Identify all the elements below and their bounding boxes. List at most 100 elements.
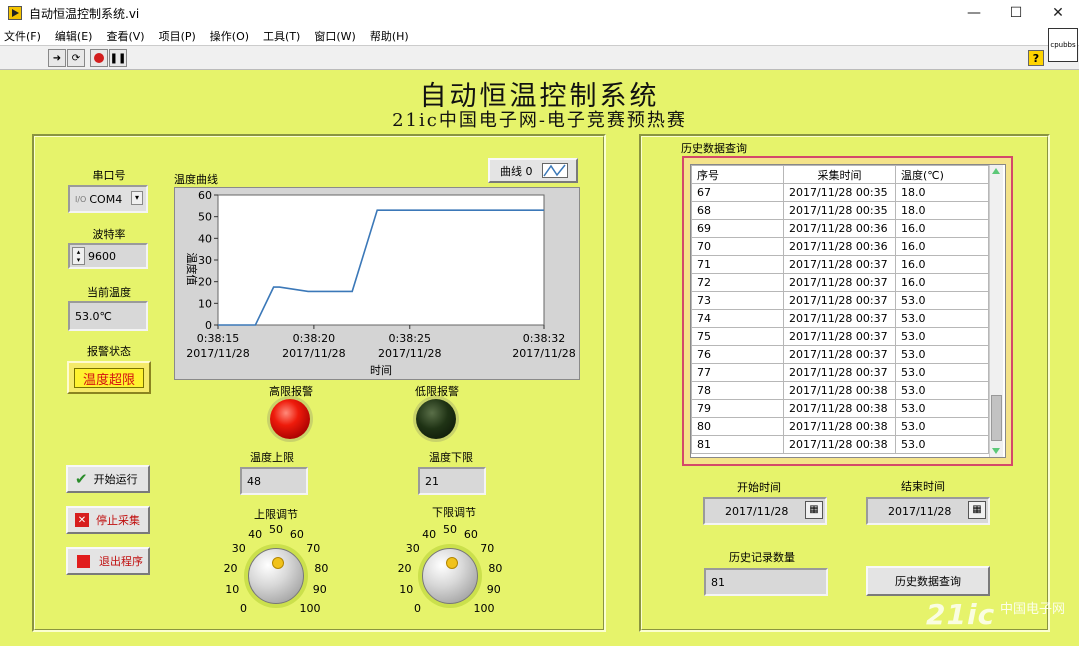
close-button[interactable]: ✕	[1037, 0, 1079, 26]
start-button[interactable]: ✔ 开始运行	[66, 465, 150, 493]
low-alarm-label: 低限报警	[415, 385, 459, 398]
baud-rate-input[interactable]: ▴ ▾ 9600	[68, 243, 148, 269]
y-tick-label: 10	[198, 297, 212, 310]
menu-operate[interactable]: 操作(O)	[210, 28, 249, 44]
x-tick-time: 0:38:20	[293, 332, 335, 345]
table-row[interactable]: 72 2017/11/28 00:37 16.0	[691, 273, 989, 292]
cell-time: 2017/11/28 00:36	[783, 219, 896, 238]
high-alarm-led	[270, 399, 310, 439]
y-tick-label: 0	[205, 319, 212, 332]
knob-indicator-icon	[272, 557, 284, 569]
watermark-text: 中国电子网	[1000, 602, 1066, 617]
knob-scale-label: 30	[231, 541, 246, 555]
serial-port-select[interactable]: I/O COM4 ▾	[68, 185, 148, 213]
cell-time: 2017/11/28 00:36	[783, 237, 896, 256]
cell-time: 2017/11/28 00:37	[783, 327, 896, 346]
baud-rate-value: 9600	[88, 249, 116, 263]
menu-window[interactable]: 窗口(W)	[314, 28, 355, 44]
lower-limit-value: 21	[418, 467, 486, 495]
maximize-button[interactable]: ☐	[995, 0, 1037, 26]
knob-scale-label: 60	[463, 528, 478, 541]
knob-scale-label: 10	[399, 583, 414, 597]
table-row[interactable]: 67 2017/11/28 00:35 18.0	[691, 183, 989, 202]
end-time-input[interactable]: 2017/11/28 ▦	[866, 497, 990, 525]
table-row[interactable]: 81 2017/11/28 00:38 53.0	[691, 435, 989, 454]
cell-temp: 18.0	[895, 201, 989, 220]
table-row[interactable]: 69 2017/11/28 00:36 16.0	[691, 219, 989, 238]
stop-button[interactable]: ✕ 停止采集	[66, 506, 150, 534]
cell-index: 76	[691, 345, 784, 364]
x-tick-date: 2017/11/28	[282, 347, 345, 360]
history-scrollbar[interactable]	[989, 165, 1003, 457]
table-row[interactable]: 75 2017/11/28 00:37 53.0	[691, 327, 989, 346]
cell-temp: 18.0	[895, 183, 989, 202]
pause-icon[interactable]: ❚❚	[109, 49, 127, 67]
alarm-status-value: 温度超限	[74, 368, 144, 388]
plot-legend[interactable]: 曲线 0	[488, 158, 578, 183]
scroll-down-icon[interactable]	[992, 448, 1000, 454]
upper-limit-knob[interactable]: 0 10 20 30 40 50 60 70 80 90 100	[211, 520, 341, 630]
calendar-icon[interactable]: ▦	[968, 501, 986, 519]
x-tick-time: 0:38:15	[197, 332, 239, 345]
low-alarm-led	[416, 399, 456, 439]
alarm-status-label: 报警状态	[87, 345, 131, 358]
high-alarm-label: 高限报警	[269, 385, 313, 398]
cell-time: 2017/11/28 00:37	[783, 273, 896, 292]
menu-view[interactable]: 查看(V)	[106, 28, 144, 44]
table-row[interactable]: 70 2017/11/28 00:36 16.0	[691, 237, 989, 256]
line-style-icon	[542, 163, 568, 178]
table-row[interactable]: 74 2017/11/28 00:37 53.0	[691, 309, 989, 328]
cell-time: 2017/11/28 00:37	[783, 291, 896, 310]
menu-help[interactable]: 帮助(H)	[370, 28, 409, 44]
knob-scale-label: 100	[473, 601, 495, 615]
help-button[interactable]: ?	[1028, 50, 1044, 66]
cell-temp: 53.0	[895, 345, 989, 364]
spinner-icon[interactable]: ▴ ▾	[72, 247, 85, 265]
table-row[interactable]: 80 2017/11/28 00:38 53.0	[691, 417, 989, 436]
menu-project[interactable]: 项目(P)	[159, 28, 196, 44]
run-continuously-icon[interactable]: ⟳	[67, 49, 85, 67]
exit-button[interactable]: 退出程序	[66, 547, 150, 575]
history-table[interactable]: 序号 采集时间 温度(℃) 67 2017/11/28 00:35 18.0 68 20…	[691, 165, 989, 454]
history-query-button[interactable]: 历史数据查询	[866, 566, 990, 596]
calendar-icon[interactable]: ▦	[805, 501, 823, 519]
minimize-button[interactable]: —	[953, 0, 995, 26]
chart-title: 温度曲线	[174, 173, 218, 186]
upper-limit-label: 温度上限	[250, 451, 294, 464]
scroll-up-icon[interactable]	[992, 168, 1000, 174]
x-tick-date: 2017/11/28	[378, 347, 441, 360]
table-row[interactable]: 71 2017/11/28 00:37 16.0	[691, 255, 989, 274]
menu-file[interactable]: 文件(F)	[4, 28, 41, 44]
knob-scale-label: 90	[312, 583, 327, 597]
column-header-time: 采集时间	[783, 165, 896, 184]
cell-temp: 53.0	[895, 309, 989, 328]
table-row[interactable]: 78 2017/11/28 00:38 53.0	[691, 381, 989, 400]
menu-edit[interactable]: 编辑(E)	[55, 28, 93, 44]
dropdown-arrow-icon[interactable]: ▾	[131, 191, 143, 205]
x-axis-label: 时间	[370, 364, 392, 377]
abort-icon[interactable]	[90, 49, 108, 67]
scroll-thumb[interactable]	[991, 395, 1002, 441]
cell-index: 71	[691, 255, 784, 274]
labview-app-icon	[8, 6, 22, 20]
knob-scale-label: 70	[480, 541, 495, 555]
table-row[interactable]: 73 2017/11/28 00:37 53.0	[691, 291, 989, 310]
cell-index: 75	[691, 327, 784, 346]
y-tick-label: 40	[198, 232, 212, 245]
table-row[interactable]: 76 2017/11/28 00:37 53.0	[691, 345, 989, 364]
start-time-input[interactable]: 2017/11/28 ▦	[703, 497, 827, 525]
cell-temp: 16.0	[895, 219, 989, 238]
lower-limit-knob[interactable]: 0 10 20 30 40 50 60 70 80 90 100	[385, 520, 515, 630]
cell-time: 2017/11/28 00:38	[783, 435, 896, 454]
cell-temp: 53.0	[895, 435, 989, 454]
cell-temp: 53.0	[895, 381, 989, 400]
table-row[interactable]: 68 2017/11/28 00:35 18.0	[691, 201, 989, 220]
menu-tools[interactable]: 工具(T)	[263, 28, 300, 44]
baud-rate-label: 波特率	[92, 228, 126, 241]
end-time-label: 结束时间	[901, 480, 945, 493]
lower-knob-label: 下限调节	[432, 506, 476, 519]
table-row[interactable]: 77 2017/11/28 00:37 53.0	[691, 363, 989, 382]
knob-scale-label: 80	[314, 561, 329, 575]
run-arrow-icon[interactable]: ➜	[48, 49, 66, 67]
table-row[interactable]: 79 2017/11/28 00:38 53.0	[691, 399, 989, 418]
